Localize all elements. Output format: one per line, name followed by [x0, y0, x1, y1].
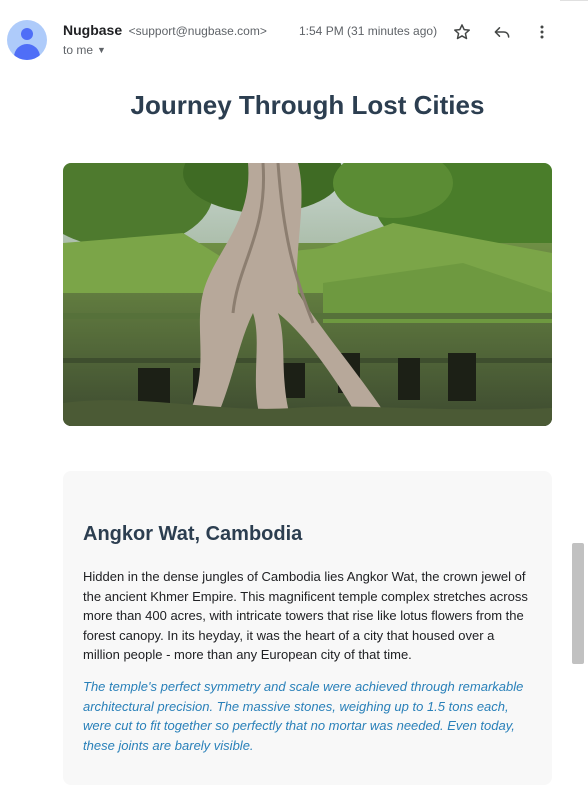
- section-quote: The temple's perfect symmetry and scale …: [83, 679, 524, 753]
- scrollbar-track[interactable]: [572, 0, 588, 789]
- section-paragraph: Hidden in the dense jungles of Cambodia …: [83, 569, 528, 662]
- star-icon: [454, 24, 470, 40]
- sender-email: <support@nugbase.com>: [128, 24, 267, 38]
- temple-ruins-image: [63, 163, 552, 426]
- reply-icon: [494, 27, 510, 38]
- sender-avatar[interactable]: [7, 20, 47, 60]
- star-button[interactable]: [450, 20, 474, 44]
- hero-image: [63, 163, 552, 426]
- sender-name[interactable]: Nugbase: [63, 22, 122, 38]
- reply-button[interactable]: [490, 20, 514, 44]
- email-title: Journey Through Lost Cities: [130, 90, 485, 120]
- more-options-button[interactable]: [530, 20, 554, 44]
- recipient-label: to me: [63, 43, 94, 57]
- destination-card: Angkor Wat, Cambodia Hidden in the dense…: [63, 471, 552, 785]
- chevron-down-icon[interactable]: ▼: [97, 45, 106, 55]
- recipient-toggle[interactable]: to me ▼: [63, 43, 106, 57]
- more-vertical-icon: [540, 25, 544, 39]
- section-heading: Angkor Wat, Cambodia: [83, 523, 303, 545]
- scrollbar-thumb[interactable]: [572, 543, 584, 664]
- email-view: Nugbase <support@nugbase.com> to me ▼ 1:…: [0, 0, 588, 789]
- sender-line: Nugbase <support@nugbase.com>: [63, 22, 267, 40]
- timestamp: 1:54 PM (31 minutes ago): [299, 24, 438, 38]
